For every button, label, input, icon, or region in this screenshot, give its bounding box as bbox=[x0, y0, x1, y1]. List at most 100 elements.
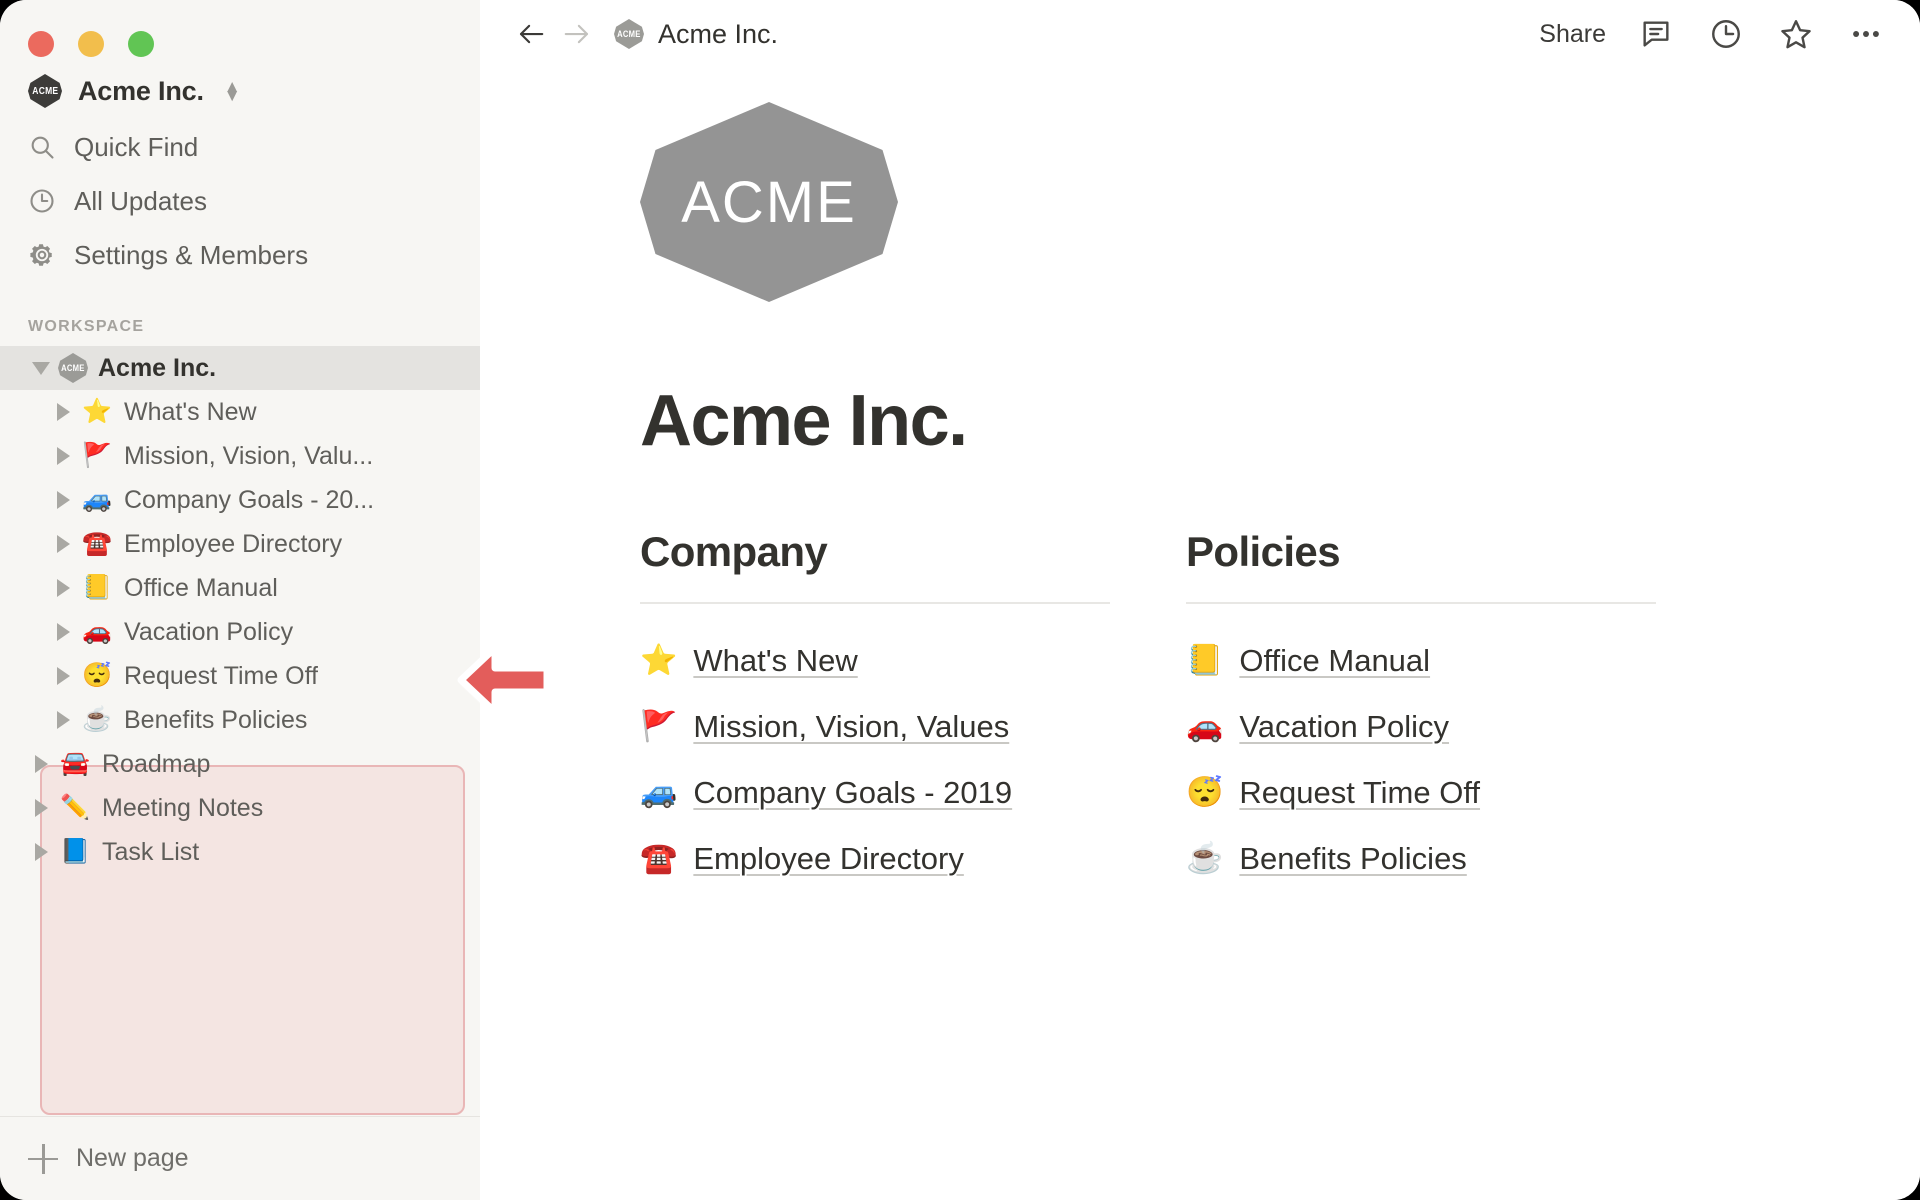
page-link-label: Vacation Policy bbox=[1239, 708, 1450, 744]
telephone-emoji: ☎️ bbox=[82, 530, 112, 557]
app-window: ACME Acme Inc. ▲ ▼ Quick Find All Updates bbox=[0, 0, 1920, 1200]
expand-toggle[interactable] bbox=[46, 447, 80, 465]
sidebar-tree-label: Request Time Off bbox=[124, 661, 319, 690]
blue-suv-emoji: 🚙 bbox=[640, 775, 678, 809]
traffic-lights bbox=[0, 0, 480, 62]
new-page-label: New page bbox=[76, 1144, 189, 1172]
red-car-side-emoji: 🚗 bbox=[1186, 709, 1224, 743]
sidebar-page-request-time-off[interactable]: 😴 Request Time Off bbox=[0, 654, 480, 698]
sidebar-page-roadmap[interactable]: 🚘 Roadmap bbox=[0, 742, 480, 786]
favorite-star-icon[interactable] bbox=[1776, 14, 1816, 54]
expand-toggle[interactable] bbox=[24, 755, 58, 773]
search-icon bbox=[28, 133, 56, 161]
sidebar-tree-label: Benefits Policies bbox=[124, 705, 308, 734]
oncoming-car-emoji: 🚘 bbox=[60, 750, 90, 777]
page-link-whats-new[interactable]: ⭐ What's New bbox=[640, 628, 1110, 694]
sidebar-item-settings-members[interactable]: Settings & Members bbox=[0, 228, 480, 282]
page-link-mission-vision-values[interactable]: 🚩 Mission, Vision, Values bbox=[640, 694, 1110, 760]
red-car-side-emoji: 🚗 bbox=[82, 618, 112, 645]
breadcrumb[interactable]: ACME Acme Inc. bbox=[614, 19, 778, 50]
sidebar-page-mission-vision-values[interactable]: 🚩 Mission, Vision, Valu... bbox=[0, 434, 480, 478]
sidebar-tree-root-acme[interactable]: ACME Acme Inc. bbox=[0, 346, 480, 390]
workspace-switcher[interactable]: ACME Acme Inc. ▲ ▼ bbox=[0, 62, 480, 120]
sidebar-item-label: Quick Find bbox=[74, 131, 199, 162]
sidebar-tree-label: Task List bbox=[102, 837, 200, 866]
sidebar-page-company-goals[interactable]: 🚙 Company Goals - 20... bbox=[0, 478, 480, 522]
sidebar-page-employee-directory[interactable]: ☎️ Employee Directory bbox=[0, 522, 480, 566]
sidebar-tree-label: Office Manual bbox=[124, 573, 278, 602]
sidebar-nested-pages-group: ⭐ What's New 🚩 Mission, Vision, Valu... … bbox=[0, 390, 480, 1115]
back-arrow-icon[interactable] bbox=[508, 11, 554, 57]
page-link-employee-directory[interactable]: ☎️ Employee Directory bbox=[640, 826, 1110, 892]
pencil-emoji: ✏️ bbox=[60, 794, 90, 821]
share-button[interactable]: Share bbox=[1539, 20, 1606, 49]
page-link-label: Office Manual bbox=[1239, 642, 1431, 678]
sidebar-tree-label: Roadmap bbox=[102, 749, 211, 778]
plus-icon bbox=[28, 1143, 58, 1174]
column-heading: Policies bbox=[1186, 528, 1341, 575]
expand-toggle[interactable] bbox=[46, 623, 80, 641]
minimize-window-button[interactable] bbox=[78, 31, 104, 57]
sidebar-section-label: WORKSPACE bbox=[28, 318, 145, 335]
sidebar-page-whats-new[interactable]: ⭐ What's New bbox=[0, 390, 480, 434]
page-link-benefits-policies[interactable]: ☕ Benefits Policies bbox=[1186, 826, 1656, 892]
page-link-office-manual[interactable]: 📒 Office Manual bbox=[1186, 628, 1656, 694]
sidebar-item-all-updates[interactable]: All Updates bbox=[0, 174, 480, 228]
expand-toggle[interactable] bbox=[24, 799, 58, 817]
maximize-window-button[interactable] bbox=[128, 31, 154, 57]
acme-logo-icon: ACME bbox=[28, 74, 62, 108]
expand-toggle[interactable] bbox=[46, 667, 80, 685]
more-options-icon[interactable] bbox=[1846, 14, 1886, 54]
expand-toggle[interactable] bbox=[46, 579, 80, 597]
hot-beverage-emoji: ☕ bbox=[1186, 841, 1224, 875]
chevron-updown-icon: ▲ ▼ bbox=[223, 76, 241, 105]
column-policies: Policies 📒 Office Manual 🚗 Vacation Poli… bbox=[1186, 528, 1656, 892]
blue-suv-emoji: 🚙 bbox=[82, 486, 112, 513]
sleeping-face-emoji: 😴 bbox=[82, 662, 112, 689]
expand-toggle[interactable] bbox=[46, 711, 80, 729]
sidebar-page-meeting-notes[interactable]: ✏️ Meeting Notes bbox=[0, 786, 480, 830]
acme-logo-icon: ACME bbox=[58, 353, 88, 383]
page-link-request-time-off[interactable]: 😴 Request Time Off bbox=[1186, 760, 1656, 826]
page-link-label: What's New bbox=[693, 642, 858, 678]
gear-icon bbox=[28, 241, 56, 269]
page-body: ACME Acme Inc. Company ⭐ What's New 🚩 Mi… bbox=[480, 68, 1920, 892]
close-window-button[interactable] bbox=[28, 31, 54, 57]
expand-toggle[interactable] bbox=[46, 403, 80, 421]
sidebar-page-task-list[interactable]: 📘 Task List bbox=[0, 830, 480, 874]
acme-wordmark: ACME bbox=[681, 169, 857, 235]
topbar-actions: Share bbox=[1539, 14, 1886, 54]
page-link-vacation-policy[interactable]: 🚗 Vacation Policy bbox=[1186, 694, 1656, 760]
sidebar-page-office-manual[interactable]: 📒 Office Manual bbox=[0, 566, 480, 610]
clock-icon bbox=[28, 187, 56, 215]
column-company: Company ⭐ What's New 🚩 Mission, Vision, … bbox=[640, 528, 1110, 892]
forward-arrow-icon[interactable] bbox=[554, 11, 600, 57]
workspace-name: Acme Inc. bbox=[78, 75, 204, 106]
comment-icon[interactable] bbox=[1636, 14, 1676, 54]
page-title: Acme Inc. bbox=[640, 381, 968, 461]
sidebar-page-vacation-policy[interactable]: 🚗 Vacation Policy bbox=[0, 610, 480, 654]
star-emoji: ⭐ bbox=[640, 643, 678, 677]
telephone-emoji: ☎️ bbox=[640, 841, 678, 875]
divider bbox=[640, 602, 1110, 604]
new-page-button[interactable]: New page bbox=[0, 1116, 480, 1200]
page-link-label: Benefits Policies bbox=[1239, 840, 1467, 876]
updates-clock-icon[interactable] bbox=[1706, 14, 1746, 54]
page-link-company-goals[interactable]: 🚙 Company Goals - 2019 bbox=[640, 760, 1110, 826]
expand-toggle[interactable] bbox=[46, 535, 80, 553]
link-columns: Company ⭐ What's New 🚩 Mission, Vision, … bbox=[640, 528, 1920, 892]
ledger-emoji: 📒 bbox=[1186, 643, 1224, 677]
sidebar-item-label: Settings & Members bbox=[74, 239, 309, 270]
sidebar-tree-label: Meeting Notes bbox=[102, 793, 264, 822]
triangular-flag-emoji: 🚩 bbox=[82, 442, 112, 469]
sidebar-item-label: All Updates bbox=[74, 185, 207, 216]
sidebar-item-quick-find[interactable]: Quick Find bbox=[0, 120, 480, 174]
star-emoji: ⭐ bbox=[82, 398, 112, 425]
expand-toggle[interactable] bbox=[24, 843, 58, 861]
sidebar-tree-label: Mission, Vision, Valu... bbox=[124, 441, 374, 470]
expand-toggle[interactable] bbox=[24, 361, 58, 375]
page-link-label: Employee Directory bbox=[693, 840, 964, 876]
expand-toggle[interactable] bbox=[46, 491, 80, 509]
triangular-flag-emoji: 🚩 bbox=[640, 709, 678, 743]
sidebar-page-benefits-policies[interactable]: ☕ Benefits Policies bbox=[0, 698, 480, 742]
